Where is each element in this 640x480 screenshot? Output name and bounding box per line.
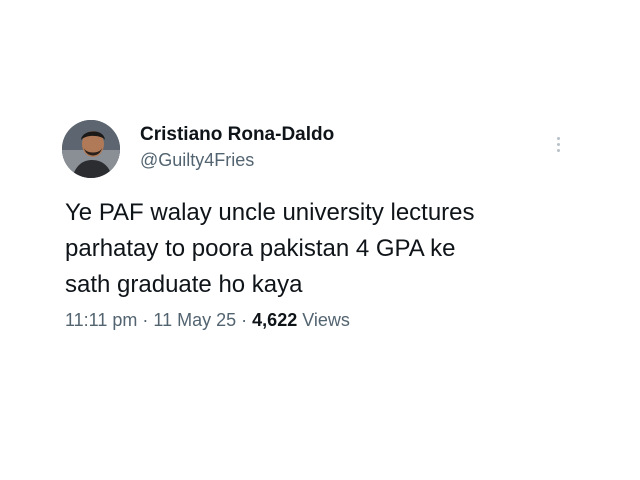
- meta-separator: ·: [142, 310, 149, 330]
- views-label: Views: [302, 310, 350, 330]
- tweet-card: Cristiano Rona-Daldo @Guilty4Fries Ye PA…: [62, 120, 582, 360]
- author-handle[interactable]: @Guilty4Fries: [140, 150, 254, 171]
- avatar[interactable]: [62, 120, 120, 178]
- tweet-meta: 11:11 pm · 11 May 25 · 4,622 Views: [65, 310, 350, 331]
- views-count[interactable]: 4,622: [252, 310, 297, 330]
- author-name[interactable]: Cristiano Rona-Daldo: [140, 124, 334, 146]
- more-vertical-icon[interactable]: [550, 134, 566, 160]
- tweet-time[interactable]: 11:11 pm: [65, 310, 137, 330]
- tweet-date[interactable]: 11 May 25: [153, 310, 236, 330]
- more-dot: [556, 149, 560, 152]
- more-dot: [556, 143, 560, 146]
- meta-separator: ·: [241, 310, 248, 330]
- tweet-text: Ye PAF walay uncle university lectures p…: [65, 199, 475, 298]
- more-dot: [556, 137, 560, 140]
- avatar-image: [62, 120, 120, 178]
